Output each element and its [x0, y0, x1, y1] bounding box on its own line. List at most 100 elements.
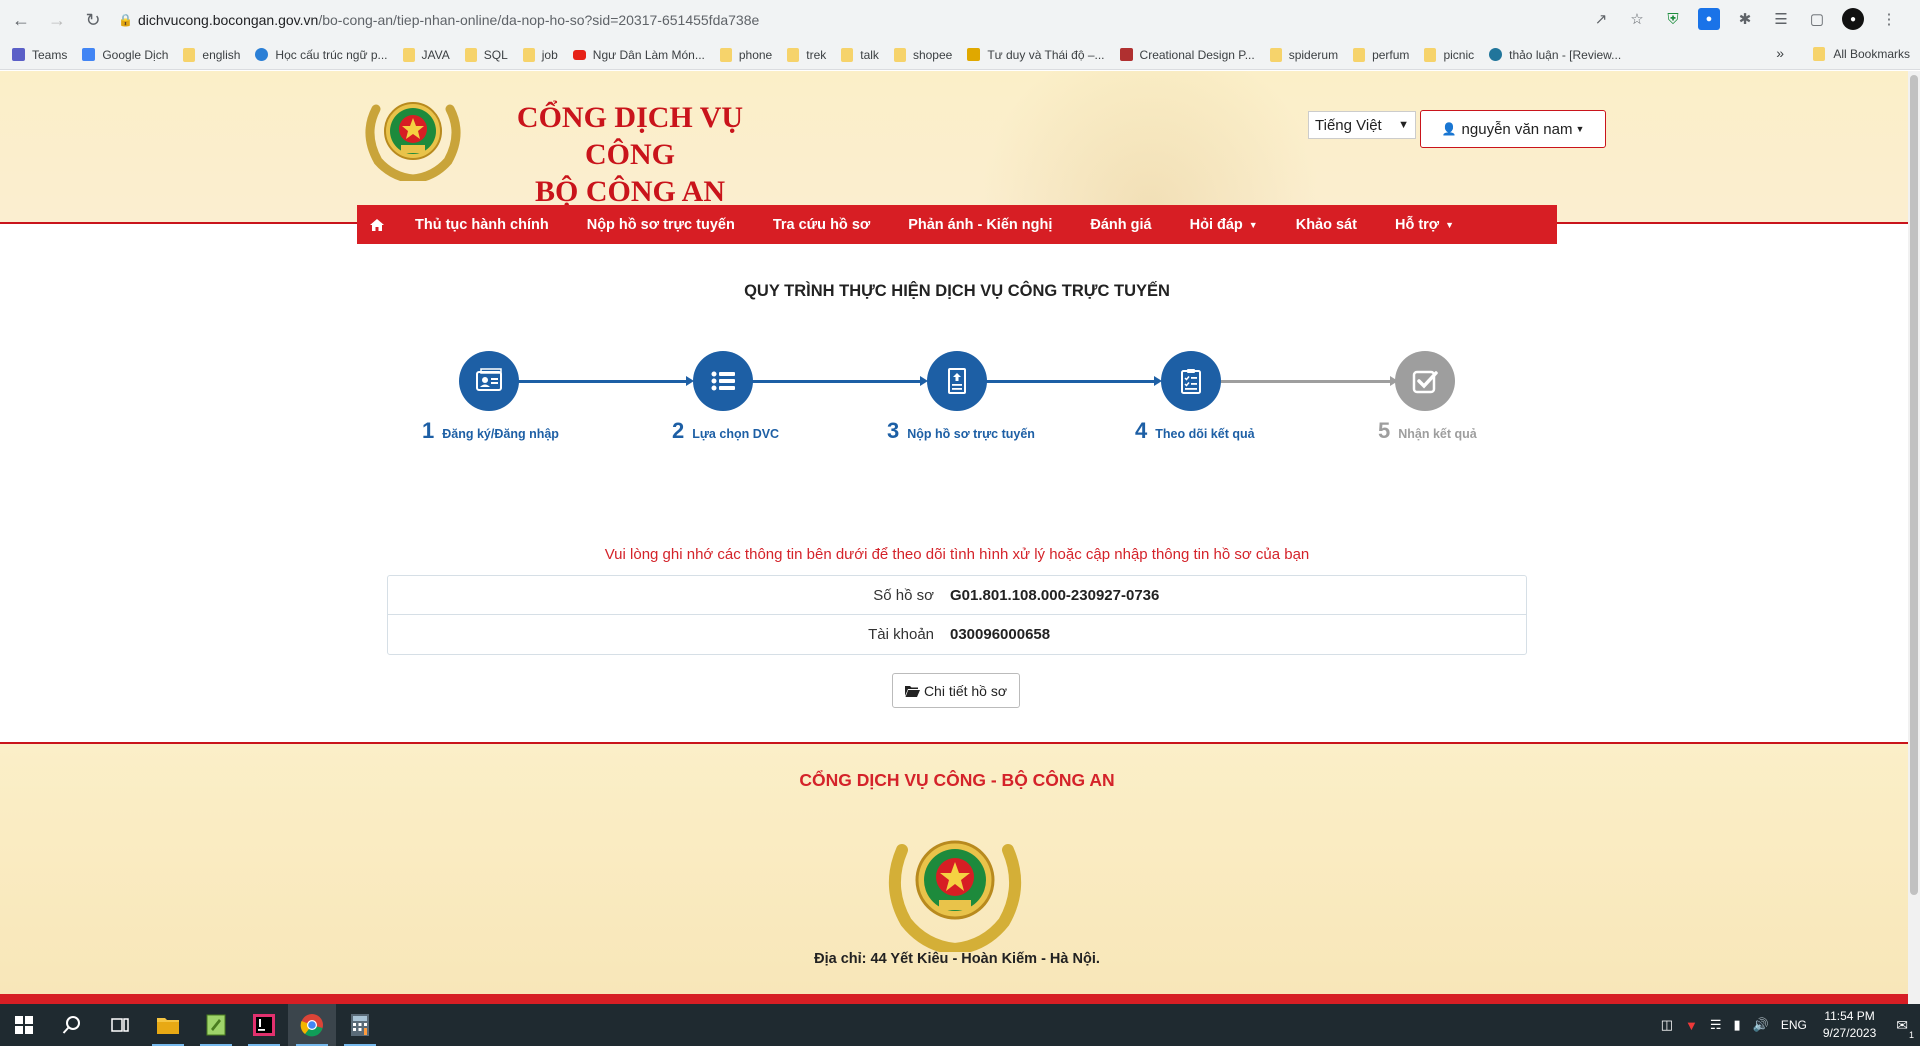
bookmark-item[interactable]: thảo luận - [Review...	[1489, 48, 1621, 62]
back-icon[interactable]: ←	[6, 5, 36, 35]
menu-kebab-icon[interactable]: ⋮	[1878, 8, 1900, 30]
more-bookmarks-button[interactable]: »	[1776, 45, 1784, 61]
nav-khao-sat[interactable]: Khảo sát	[1296, 217, 1357, 233]
table-row: Tài khoản 030096000658	[388, 615, 1526, 654]
site-title[interactable]: CỔNG DỊCH VỤ CÔNG BỘ CÔNG AN	[480, 99, 780, 210]
scrollbar-thumb[interactable]	[1910, 75, 1918, 895]
id-card-icon	[476, 368, 502, 391]
bookmark-item[interactable]: picnic	[1424, 47, 1474, 62]
wifi-icon[interactable]: ☴	[1710, 1017, 1722, 1033]
dossier-info-table: Số hồ sơ G01.801.108.000-230927-0736 Tài…	[387, 575, 1527, 655]
nav-danh-gia[interactable]: Đánh giá	[1090, 217, 1151, 233]
folder-icon	[1813, 47, 1826, 61]
input-language[interactable]: ENG	[1781, 1018, 1807, 1032]
language-select[interactable]: Tiếng Việt ▼	[1308, 111, 1416, 139]
nav-label: Tra cứu hồ sơ	[772, 216, 871, 233]
bookmark-item[interactable]: Học cấu trúc ngữ p...	[255, 48, 388, 62]
dossier-detail-button[interactable]: Chi tiết hồ sơ	[892, 673, 1020, 708]
bookmark-item[interactable]: spiderum	[1269, 47, 1338, 62]
step-connector	[752, 380, 920, 383]
chrome-icon[interactable]	[288, 1004, 336, 1046]
system-clock[interactable]: 11:54 PM 9/27/2023	[1823, 1008, 1876, 1042]
bookmark-item[interactable]: trek	[787, 47, 826, 62]
volume-icon[interactable]: 🔊	[1753, 1017, 1769, 1033]
nav-thu-tuc-hanh-chinh[interactable]: Thủ tục hành chính	[415, 217, 549, 233]
clock-time: 11:54 PM	[1824, 1009, 1875, 1023]
edge-icon	[255, 48, 269, 61]
shield-extension-icon[interactable]: ⛨	[1662, 8, 1684, 30]
folder-icon	[719, 47, 732, 62]
bookmark-item[interactable]: SQL	[464, 47, 508, 62]
translate-icon	[82, 48, 96, 61]
search-icon[interactable]	[48, 1004, 96, 1046]
bookmark-item[interactable]: Tư duy và Thái độ –...	[967, 48, 1105, 62]
bookmark-label: SQL	[483, 47, 508, 62]
nav-label: Hỗ trợ	[1394, 216, 1440, 233]
address-bar[interactable]: 🔒 dichvucong.bocongan.gov.vn/bo-cong-an/…	[108, 5, 1628, 35]
nav-tra-cuu-ho-so[interactable]: Tra cứu hồ sơ	[773, 217, 870, 233]
system-tray: ◫ ▼ ☴ ▮ 🔊 ENG 11:54 PM 9/27/2023 ✉ 1	[1661, 1004, 1920, 1046]
windows-start-icon[interactable]	[0, 1004, 48, 1046]
all-bookmarks-button[interactable]: All Bookmarks	[1813, 47, 1910, 61]
bookmark-label: english	[202, 47, 241, 62]
user-icon: 👤	[1441, 122, 1457, 136]
bookmark-item[interactable]: shopee	[893, 47, 952, 62]
bookmark-item[interactable]: job	[522, 47, 558, 62]
language-selected: Tiếng Việt	[1315, 116, 1382, 134]
wordpress-icon	[1489, 48, 1503, 61]
lock-icon[interactable]: 🔒	[118, 13, 138, 27]
calculator-icon[interactable]	[336, 1004, 384, 1046]
reload-icon[interactable]: ↻	[78, 5, 108, 35]
nav-label: Hỏi đáp	[1189, 216, 1243, 233]
folder-icon	[1424, 47, 1437, 62]
bookmark-item[interactable]: english	[183, 47, 241, 62]
intellij-icon[interactable]	[240, 1004, 288, 1046]
side-panel-icon[interactable]: ▢	[1806, 8, 1828, 30]
notice-text: Vui lòng ghi nhớ các thông tin bên dưới …	[604, 546, 1310, 563]
nav-label: Nộp hồ sơ trực tuyến	[586, 216, 735, 233]
site-icon	[1119, 48, 1133, 61]
bookmark-label: phone	[738, 47, 773, 62]
task-view-icon[interactable]	[96, 1004, 144, 1046]
usb-icon[interactable]: ◫	[1661, 1017, 1673, 1033]
nav-ho-tro[interactable]: Hỗ trợ ▼	[1395, 217, 1454, 233]
bookmark-item[interactable]: Creational Design P...	[1119, 48, 1255, 62]
reading-list-icon[interactable]: ☰	[1770, 8, 1792, 30]
bookmark-label: Ngư Dân Làm Món...	[592, 47, 705, 62]
page-scrollbar[interactable]	[1908, 71, 1920, 1004]
bookmark-item[interactable]: Google Dịch	[82, 48, 168, 62]
bookmark-label: JAVA	[421, 47, 450, 62]
bookmark-item[interactable]: Ngư Dân Làm Món...	[572, 47, 705, 62]
user-menu-button[interactable]: 👤 nguyễn văn nam ▼	[1420, 110, 1606, 148]
bookmark-item[interactable]: perfum	[1353, 47, 1409, 62]
vivaldi-tray-icon[interactable]: ▼	[1685, 1018, 1698, 1033]
forward-icon[interactable]: →	[42, 5, 72, 35]
step-text: Theo dõi kết quả	[1155, 427, 1255, 441]
notification-center-icon[interactable]: ✉ 1	[1896, 1017, 1914, 1040]
table-row: Số hồ sơ G01.801.108.000-230927-0736	[388, 576, 1526, 615]
police-emblem-logo[interactable]	[358, 89, 468, 181]
bookmark-label: thảo luận - [Review...	[1509, 47, 1622, 62]
step-connector	[518, 380, 686, 383]
home-icon[interactable]	[369, 217, 385, 233]
bookmark-item[interactable]: phone	[719, 47, 773, 62]
star-icon[interactable]: ☆	[1626, 8, 1648, 30]
profile-avatar-icon[interactable]: ●	[1842, 8, 1864, 30]
bookmark-item[interactable]: talk	[841, 47, 879, 62]
folder-icon	[183, 47, 196, 62]
nav-nop-ho-so-truc-tuyen[interactable]: Nộp hồ sơ trực tuyến	[587, 217, 735, 233]
battery-icon[interactable]: ▮	[1734, 1017, 1741, 1033]
main-navigation: Thủ tục hành chính Nộp hồ sơ trực tuyến …	[357, 205, 1557, 244]
drop-extension-icon[interactable]: ●	[1698, 8, 1720, 30]
nav-hoi-dap[interactable]: Hỏi đáp ▼	[1190, 217, 1258, 233]
footer-bottom-bar	[0, 994, 1920, 1004]
share-icon[interactable]: ↗	[1590, 8, 1612, 30]
bookmark-item[interactable]: JAVA	[402, 47, 450, 62]
step-number: 3	[887, 418, 900, 443]
folder-icon	[787, 47, 800, 62]
notepad-plus-icon[interactable]	[192, 1004, 240, 1046]
bookmark-item[interactable]: Teams	[12, 48, 67, 62]
file-explorer-icon[interactable]	[144, 1004, 192, 1046]
nav-phan-anh-kien-nghi[interactable]: Phản ánh - Kiến nghị	[908, 217, 1052, 233]
puzzle-extensions-icon[interactable]: ✱	[1734, 8, 1756, 30]
